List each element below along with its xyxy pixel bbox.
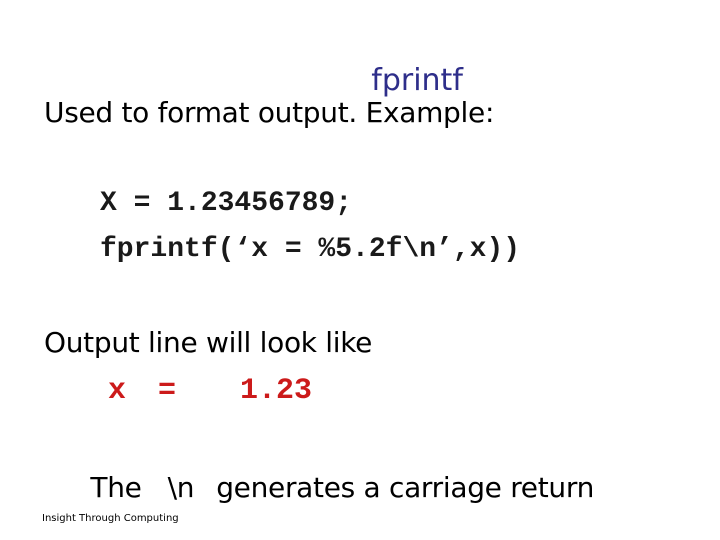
output-example: x = 1.23 <box>108 374 313 408</box>
note-token: \n <box>167 471 195 504</box>
code-line-1: X = 1.23456789; <box>100 188 353 219</box>
code-line-2: fprintf(‘x = %5.2f\n’,x)) <box>100 234 521 265</box>
title-text: fprintf <box>371 63 463 98</box>
intro-text: Used to format output. Example: <box>44 96 495 129</box>
note-suffix: generates a carriage return <box>216 471 595 504</box>
footer-text: Insight Through Computing <box>42 513 179 524</box>
output-label: Output line will look like <box>44 326 373 359</box>
note-prefix: The <box>90 471 142 504</box>
